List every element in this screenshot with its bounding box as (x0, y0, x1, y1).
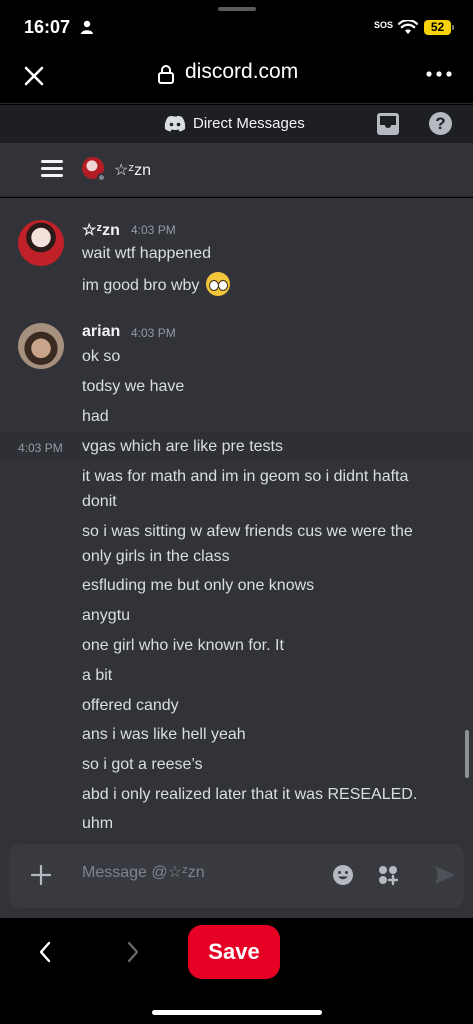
message-line: im good bro wby (82, 272, 452, 298)
message-line: todsy we have (82, 378, 185, 395)
channel-bar: ☆ᶻzn (0, 143, 473, 197)
message-timestamp: 4:03 PM (131, 223, 176, 237)
message-input[interactable] (82, 864, 312, 882)
message-line: donit (82, 493, 117, 510)
message-line: only girls in the class (82, 548, 230, 565)
message-line: ans i was like hell yeah (82, 726, 246, 743)
message-composer (0, 838, 473, 918)
inbox-icon[interactable] (376, 112, 400, 136)
drag-handle[interactable] (218, 7, 256, 11)
browser-url-bar: discord.com (0, 46, 473, 104)
channel-name[interactable]: ☆ᶻzn (114, 160, 151, 180)
send-icon[interactable] (434, 865, 456, 885)
message-line: anygtu (82, 607, 131, 624)
emoji-picker-icon[interactable] (332, 864, 354, 886)
page-title: Direct Messages (193, 115, 305, 132)
message-line: offered candy (82, 697, 179, 714)
menu-icon[interactable] (41, 160, 63, 178)
status-indicator-icon (97, 173, 106, 182)
message-line: it was for math and im in geom so i didn… (82, 468, 409, 485)
more-options-icon[interactable] (424, 66, 454, 82)
message-timestamp: 4:03 PM (18, 441, 63, 455)
help-icon[interactable]: ? (429, 112, 452, 135)
message-line: ok so (82, 348, 121, 365)
discord-header: Direct Messages ? (0, 105, 473, 143)
message-line: esfluding me but only one knows (82, 577, 315, 594)
message-line: had (82, 408, 109, 425)
message-line: uhm (82, 815, 114, 832)
message-line: abd i only realized later that it was RE… (82, 786, 418, 803)
add-attachment-icon[interactable] (30, 864, 52, 886)
message-timestamp: 4:03 PM (131, 326, 176, 340)
sos-indicator: SOS (374, 20, 394, 30)
person-icon (81, 20, 93, 34)
discord-logo-icon (164, 116, 186, 132)
save-button[interactable]: Save (188, 925, 280, 979)
message-line: wait wtf happened (82, 245, 211, 262)
battery-icon: 52 (424, 20, 451, 35)
apps-icon[interactable] (377, 864, 399, 886)
avatar[interactable] (18, 323, 64, 369)
message-author[interactable]: ☆ᶻzn (82, 220, 120, 240)
avatar[interactable] (18, 220, 64, 266)
wifi-icon (398, 20, 418, 34)
forward-icon[interactable] (124, 940, 142, 964)
url-text[interactable]: discord.com (185, 60, 298, 84)
message-line: so i was sitting w afew friends cus we w… (82, 523, 413, 540)
scrollbar[interactable] (465, 730, 469, 778)
message-line: so i got a reese’s (82, 756, 203, 773)
message-line: one girl who ive known for. It (82, 637, 284, 654)
status-bar: 16:07 SOS 52 (0, 0, 473, 46)
status-time: 16:07 (24, 17, 71, 37)
message-line: a bit (82, 667, 113, 684)
close-icon[interactable] (20, 62, 48, 90)
back-icon[interactable] (36, 940, 54, 964)
message-author[interactable]: arian (82, 323, 120, 341)
pleading-face-emoji-icon (205, 272, 230, 296)
browser-bottom-bar: Save (0, 918, 473, 1024)
battery-nub (452, 25, 454, 30)
home-indicator[interactable] (152, 1010, 322, 1015)
message-list[interactable]: ☆ᶻzn 4:03 PM wait wtf happened im good b… (0, 198, 473, 838)
message-line: vgas which are like pre tests (82, 438, 283, 455)
lock-icon (158, 65, 174, 84)
message-text: im good bro wby (82, 277, 200, 294)
